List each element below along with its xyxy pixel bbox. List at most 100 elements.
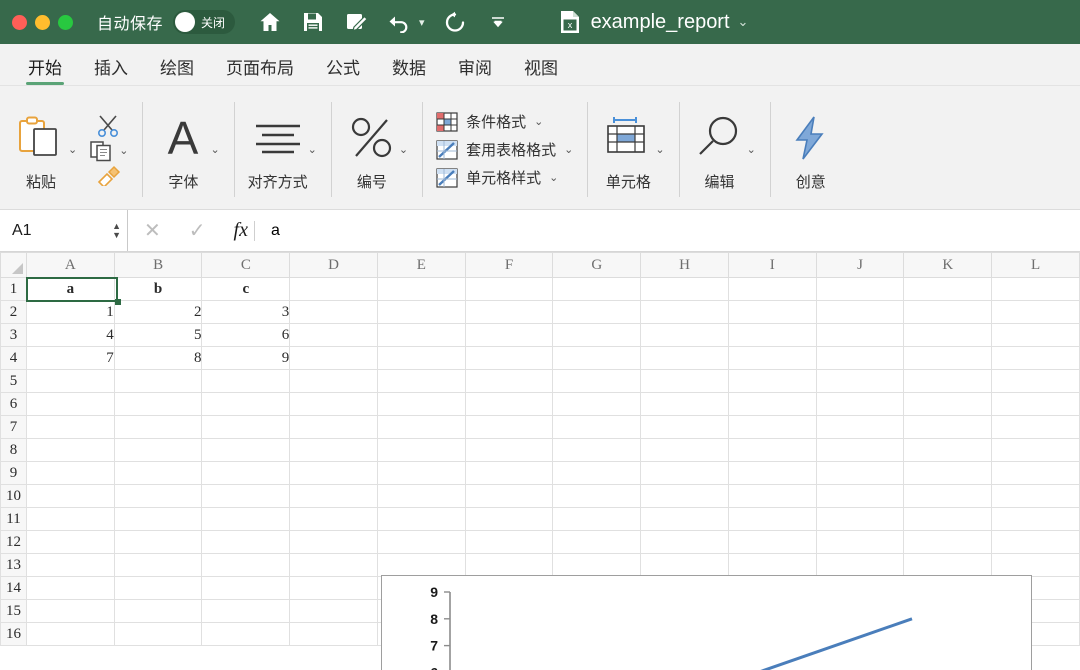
paste-chevron-icon[interactable]: ⌄ [68, 143, 77, 156]
confirm-icon[interactable]: ✓ [189, 218, 206, 243]
insert-function-icon[interactable]: fx [234, 219, 248, 242]
cell-j12[interactable] [815, 530, 905, 554]
cell-a5[interactable] [25, 369, 115, 393]
cell-b13[interactable] [113, 553, 203, 577]
ribbon-tab-bar[interactable]: 开始 插入 绘图 页面布局 公式 数据 审阅 视图 [0, 44, 1080, 86]
tab-view[interactable]: 视图 [508, 54, 574, 85]
cell-e5[interactable] [376, 369, 466, 393]
cell-i3[interactable] [727, 323, 817, 347]
ideas-button[interactable]: 创意 [784, 107, 838, 192]
cell-e8[interactable] [376, 438, 466, 462]
name-box-spinner[interactable]: ▲ ▼ [112, 221, 121, 239]
quick-access-toolbar[interactable]: ▾ [257, 9, 511, 35]
cell-f11[interactable] [464, 507, 554, 531]
cell-e1[interactable] [376, 277, 466, 301]
cell-g13[interactable] [552, 553, 642, 577]
copy-chevron-icon[interactable]: ⌄ [119, 144, 128, 157]
cell-h13[interactable] [640, 553, 729, 577]
cell-a8[interactable] [25, 438, 115, 462]
cell-l10[interactable] [991, 484, 1080, 508]
row-header-8[interactable]: 8 [0, 438, 27, 462]
name-box[interactable]: A1 ▲ ▼ [0, 210, 128, 251]
cell-f9[interactable] [464, 461, 554, 485]
formula-input[interactable]: a [255, 222, 280, 240]
cell-j2[interactable] [815, 300, 905, 324]
conditional-formatting-button[interactable]: 条件格式 ⌄ [436, 111, 573, 132]
tab-page-layout[interactable]: 页面布局 [210, 54, 310, 85]
column-header-i[interactable]: I [727, 252, 817, 278]
table-row[interactable]: 2 1 2 3 [0, 300, 1080, 324]
column-header-b[interactable]: B [113, 252, 203, 278]
cell-f5[interactable] [464, 369, 554, 393]
cell-g10[interactable] [552, 484, 642, 508]
cell-j1[interactable] [815, 277, 905, 301]
close-window-button[interactable] [12, 14, 27, 30]
cell-i2[interactable] [727, 300, 817, 324]
cell-g6[interactable] [552, 392, 642, 416]
cell-b8[interactable] [113, 438, 203, 462]
undo-icon[interactable] [386, 9, 412, 35]
table-row[interactable]: 6 [0, 392, 1080, 416]
table-row[interactable]: 1 a b c [0, 277, 1080, 301]
cell-c8[interactable] [201, 438, 291, 462]
cell-b7[interactable] [113, 415, 203, 439]
row-header-16[interactable]: 16 [0, 622, 27, 646]
cell-l7[interactable] [991, 415, 1080, 439]
cell-l9[interactable] [991, 461, 1080, 485]
undo-chevron-icon[interactable]: ▾ [419, 16, 425, 29]
cell-c15[interactable] [201, 599, 291, 623]
editing-chevron-icon[interactable]: ⌄ [747, 143, 756, 156]
cell-f2[interactable] [464, 300, 554, 324]
cell-a9[interactable] [25, 461, 115, 485]
format-as-table-button[interactable]: 套用表格格式 ⌄ [436, 139, 573, 160]
cell-a3[interactable]: 4 [25, 323, 115, 347]
cell-h8[interactable] [640, 438, 729, 462]
cell-j5[interactable] [815, 369, 905, 393]
tab-insert[interactable]: 插入 [78, 54, 144, 85]
cell-k6[interactable] [903, 392, 993, 416]
cell-l8[interactable] [991, 438, 1080, 462]
cell-i1[interactable] [727, 277, 817, 301]
column-header-e[interactable]: E [376, 252, 466, 278]
cell-j6[interactable] [815, 392, 905, 416]
row-header-2[interactable]: 2 [0, 300, 27, 324]
alignment-chevron-icon[interactable]: ⌄ [308, 143, 317, 156]
cell-f10[interactable] [464, 484, 554, 508]
cell-f6[interactable] [464, 392, 554, 416]
cell-c6[interactable] [201, 392, 291, 416]
font-button[interactable]: A 字体 [156, 107, 210, 192]
formula-bar-controls[interactable]: ✕ ✓ fx [128, 218, 264, 243]
cell-styles-button[interactable]: 单元格样式 ⌄ [436, 167, 573, 188]
cell-g5[interactable] [552, 369, 642, 393]
cell-h7[interactable] [640, 415, 729, 439]
cell-l13[interactable] [991, 553, 1080, 577]
cell-l3[interactable] [991, 323, 1080, 347]
format-as-table-chevron-icon[interactable]: ⌄ [564, 143, 573, 156]
cell-i10[interactable] [727, 484, 817, 508]
cell-a10[interactable] [25, 484, 115, 508]
row-header-4[interactable]: 4 [0, 346, 27, 370]
cell-b4[interactable]: 8 [113, 346, 203, 370]
cell-g12[interactable] [552, 530, 642, 554]
edit-icon[interactable] [343, 9, 369, 35]
cell-a16[interactable] [25, 622, 115, 646]
cell-k11[interactable] [903, 507, 993, 531]
cell-k1[interactable] [903, 277, 993, 301]
cell-k5[interactable] [903, 369, 993, 393]
row-header-5[interactable]: 5 [0, 369, 27, 393]
cell-g9[interactable] [552, 461, 642, 485]
cell-b10[interactable] [113, 484, 203, 508]
minimize-window-button[interactable] [35, 14, 50, 30]
cell-h2[interactable] [640, 300, 729, 324]
cell-i13[interactable] [727, 553, 817, 577]
cell-b1[interactable]: b [113, 277, 203, 301]
tab-home[interactable]: 开始 [12, 54, 78, 85]
cell-f8[interactable] [464, 438, 554, 462]
select-all-corner[interactable] [0, 252, 27, 278]
row-header-10[interactable]: 10 [0, 484, 27, 508]
cell-a13[interactable] [25, 553, 115, 577]
cell-j9[interactable] [815, 461, 905, 485]
cell-j10[interactable] [815, 484, 905, 508]
tab-review[interactable]: 审阅 [442, 54, 508, 85]
alignment-button[interactable]: 对齐方式 [248, 107, 308, 192]
